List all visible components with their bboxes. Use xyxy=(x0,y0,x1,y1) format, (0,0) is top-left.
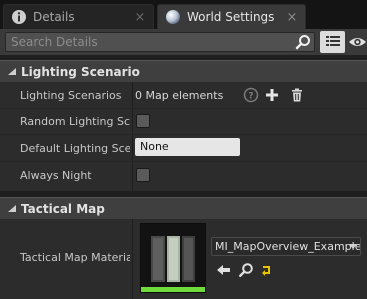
search-box xyxy=(5,32,315,52)
row-default-lighting: Default Lighting Scenario None xyxy=(0,135,367,161)
category-tactical-map[interactable]: Tactical Map xyxy=(0,197,367,219)
asset-type-bar xyxy=(141,287,205,292)
always-night-checkbox[interactable] xyxy=(136,168,150,182)
list-view-icon xyxy=(325,36,340,46)
property-label: Lighting Scenarios xyxy=(20,89,122,102)
tab-world-settings[interactable]: World Settings × xyxy=(157,4,306,29)
property-label: Random Lighting Scenario xyxy=(20,115,130,128)
category-title: Tactical Map xyxy=(21,201,105,216)
category-title: Lighting Scenario xyxy=(21,64,140,79)
tab-bar: Details × World Settings × xyxy=(0,0,367,29)
collapse-arrow-icon xyxy=(8,204,16,212)
close-icon[interactable]: × xyxy=(285,10,299,25)
lighting-rows: Lighting Scenarios 0 Map elements ? Rand… xyxy=(0,82,367,191)
material-thumbnail[interactable] xyxy=(140,223,206,293)
row-random-lighting: Random Lighting Scenario xyxy=(0,109,367,134)
add-element-icon[interactable] xyxy=(264,87,280,103)
random-lighting-checkbox[interactable] xyxy=(136,114,150,128)
category-lighting-scenario[interactable]: Lighting Scenario xyxy=(0,60,367,82)
tab-label: Details xyxy=(33,10,75,24)
tab-label: World Settings xyxy=(187,10,275,24)
info-icon xyxy=(12,10,26,24)
tab-details[interactable]: Details × xyxy=(3,4,154,29)
property-label: Tactical Map Material xyxy=(20,251,130,264)
reset-arrow-icon[interactable] xyxy=(258,262,274,278)
details-toolbar xyxy=(0,29,367,55)
default-lighting-combo[interactable]: None xyxy=(135,138,240,156)
row-always-night: Always Night xyxy=(0,162,367,191)
material-preview-image xyxy=(141,224,205,292)
close-icon[interactable]: × xyxy=(133,10,147,25)
material-asset-combo[interactable]: MI_MapOverview_Example xyxy=(211,237,361,256)
search-input[interactable] xyxy=(6,33,291,51)
svg-text:?: ? xyxy=(248,92,253,102)
search-icon[interactable] xyxy=(295,34,311,50)
eye-icon[interactable] xyxy=(348,33,367,51)
array-count: 0 Map elements xyxy=(135,89,224,102)
view-options-button[interactable] xyxy=(320,31,345,53)
row-lighting-scenarios: Lighting Scenarios 0 Map elements ? xyxy=(0,82,367,108)
property-label: Default Lighting Scenario xyxy=(20,142,130,155)
globe-icon xyxy=(166,10,180,24)
help-icon[interactable]: ? xyxy=(243,87,259,103)
browse-search-icon[interactable] xyxy=(238,262,254,278)
trash-icon[interactable] xyxy=(289,87,305,103)
chevron-down-icon xyxy=(349,244,357,249)
property-label: Always Night xyxy=(20,169,92,182)
collapse-arrow-icon xyxy=(8,67,16,75)
asset-name: MI_MapOverview_Example xyxy=(215,240,361,253)
use-selected-arrow-icon[interactable] xyxy=(216,262,232,278)
